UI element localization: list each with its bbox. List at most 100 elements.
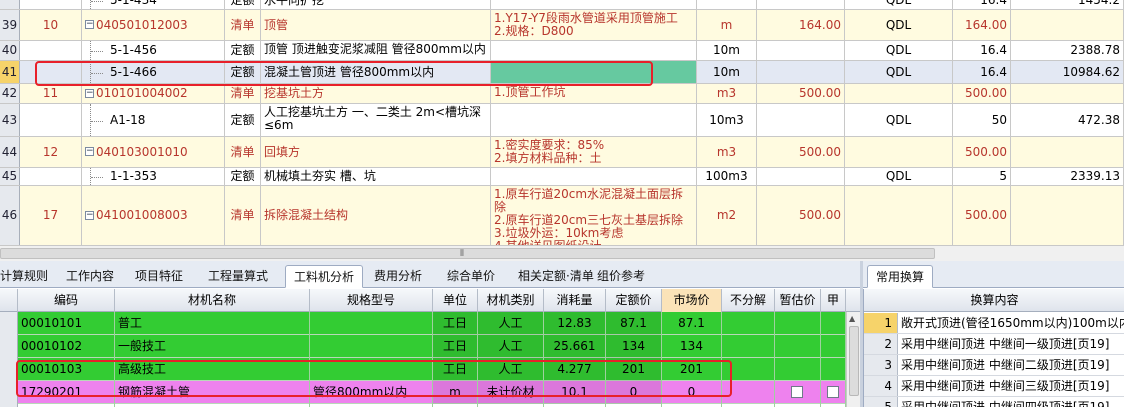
cell-feature[interactable] <box>491 104 697 136</box>
cell-market-price[interactable]: 87.1 <box>662 312 722 335</box>
cell-code[interactable]: 00010103 <box>18 358 115 381</box>
table-row[interactable]: 46 17 041001008003− 清单 拆除混凝土结构 1.原车行道20cm水泥混凝… <box>0 186 1124 245</box>
cell-code[interactable]: 5-1-434 <box>82 0 225 9</box>
cell-code[interactable]: 040103001010− <box>82 137 225 167</box>
tab-0[interactable]: 计算规则 <box>0 265 56 288</box>
cell-price-type[interactable] <box>845 137 953 167</box>
cell-code[interactable]: 00010101 <box>18 312 115 335</box>
cell-type[interactable]: 清单 <box>225 137 261 167</box>
cell-name[interactable]: 混凝土管顶进 管径800mm以内 <box>261 61 491 83</box>
cell-unit[interactable]: 10m <box>697 61 757 83</box>
cell-total[interactable]: 2339.13 <box>1011 168 1124 185</box>
cell-code[interactable]: 040501012003− <box>82 10 225 40</box>
cell-type[interactable]: 定额 <box>225 61 261 83</box>
cell-unit[interactable]: m <box>697 10 757 40</box>
cell-total[interactable]: 2388.78 <box>1011 41 1124 60</box>
cell-party-a[interactable] <box>821 312 846 335</box>
cell-qty[interactable]: 164.00 <box>953 10 1011 40</box>
cell-unit[interactable]: m3 <box>697 137 757 167</box>
cell-cat[interactable]: 人工 <box>478 312 544 335</box>
table-row[interactable]: 44 12 040103001010− 清单 回填方 1.密实度要求：85% 2.填方材料… <box>0 137 1124 168</box>
cell-cat[interactable]: 人工 <box>478 358 544 381</box>
cell-party-a[interactable] <box>821 335 846 358</box>
tab-4[interactable]: 工料机分析 <box>285 265 364 288</box>
tab-6[interactable]: 综合单价 <box>439 265 503 288</box>
cell-seq[interactable]: 12 <box>20 137 82 167</box>
cell-no-split[interactable] <box>722 312 775 335</box>
cell-cat[interactable]: 未计价材 <box>478 381 544 404</box>
column-header[interactable]: 暂估价 <box>775 289 821 312</box>
cell-quota-price[interactable]: 134 <box>606 335 662 358</box>
table-row[interactable]: 42 11 010101004002− 清单 挖基坑土方 1.顶管工作坑 m3 500.00 5… <box>0 84 1124 104</box>
scrollbar-thumb[interactable] <box>849 326 859 396</box>
cell-estimate[interactable] <box>775 335 821 358</box>
cell-amount[interactable] <box>757 41 845 60</box>
cell-consume[interactable]: 10.1 <box>544 381 606 404</box>
cell-type[interactable]: 定额 <box>225 104 261 136</box>
cell-qty[interactable]: 500.00 <box>953 84 1011 103</box>
cell-name[interactable]: 钢筋混凝土管 <box>115 381 310 404</box>
column-header[interactable]: 材机类别 <box>478 289 544 312</box>
cell-name[interactable]: 一般技工 <box>115 335 310 358</box>
column-header[interactable]: 不分解 <box>722 289 775 312</box>
cell-name[interactable]: 水平向扩挖 <box>261 0 491 9</box>
table-row[interactable]: 00010102 一般技工 工日 人工 25.661 134 134 <box>0 335 860 358</box>
cell-amount[interactable] <box>757 104 845 136</box>
cell-qty[interactable]: 16.4 <box>953 0 1011 9</box>
party-a-checkbox[interactable] <box>827 386 839 398</box>
cell-unit[interactable]: m2 <box>697 186 757 245</box>
cell-seq[interactable]: 10 <box>20 10 82 40</box>
cell-spec[interactable] <box>310 335 433 358</box>
table-row[interactable]: 39 10 040501012003− 清单 顶管 1.Y17-Y7段雨水管道采用顶管施工… <box>0 10 1124 41</box>
column-header[interactable]: 消耗量 <box>544 289 606 312</box>
cell-name[interactable]: 高级技工 <box>115 358 310 381</box>
column-header[interactable]: 定额价 <box>606 289 662 312</box>
cell-spec[interactable] <box>310 312 433 335</box>
cell-code[interactable]: 17290201 <box>18 381 115 404</box>
cell-unit[interactable]: 10m3 <box>697 104 757 136</box>
cell-feature[interactable] <box>491 41 697 60</box>
cell-price-type[interactable]: QDL <box>845 41 953 60</box>
cell-price-type[interactable]: QDL <box>845 61 953 83</box>
cell-cat[interactable]: 人工 <box>478 335 544 358</box>
cell-unit[interactable]: m <box>433 381 478 404</box>
cell-price-type[interactable] <box>845 186 953 245</box>
cell-qty[interactable]: 500.00 <box>953 137 1011 167</box>
cell-market-price[interactable]: 0 <box>662 381 722 404</box>
cell-consume[interactable]: 4.277 <box>544 358 606 381</box>
cell-seq[interactable] <box>20 61 82 83</box>
cell-name[interactable]: 人工挖基坑土方 一、二类土 2m<槽坑深≤6m <box>261 104 491 136</box>
cell-total[interactable] <box>1011 84 1124 103</box>
cell-total[interactable]: 472.38 <box>1011 104 1124 136</box>
cell-qty[interactable]: 500.00 <box>953 186 1011 245</box>
cell-seq[interactable]: 17 <box>20 186 82 245</box>
cell-quota-price[interactable]: 0 <box>606 381 662 404</box>
cell-estimate[interactable] <box>775 312 821 335</box>
cell-spec[interactable]: 管径800mm以内 <box>310 381 433 404</box>
table-row[interactable]: 41 5-1-466 定额 混凝土管顶进 管径800mm以内 10m QDL 16.4 109… <box>0 61 1124 84</box>
cell-total[interactable]: 10984.62 <box>1011 61 1124 83</box>
table-row[interactable]: 5-1-434 定额 水平向扩挖 QDL 16.4 1454.2 <box>0 0 1124 10</box>
tab-3[interactable]: 工程量算式 <box>200 265 276 288</box>
cell-party-a[interactable] <box>821 381 846 404</box>
cell-market-price[interactable]: 201 <box>662 358 722 381</box>
table-row[interactable]: 17290201 钢筋混凝土管 管径800mm以内 m 未计价材 10.1 0 0 <box>0 381 860 404</box>
cell-name[interactable]: 拆除混凝土结构 <box>261 186 491 245</box>
cell-seq[interactable] <box>20 0 82 9</box>
horizontal-scrollbar[interactable]: ⦀ <box>0 245 1124 261</box>
cell-feature[interactable] <box>491 61 697 83</box>
cell-consume[interactable]: 12.83 <box>544 312 606 335</box>
cell-code[interactable]: 5-1-456 <box>82 41 225 60</box>
cell-type[interactable]: 定额 <box>225 0 261 9</box>
scrollbar-thumb[interactable] <box>0 248 935 259</box>
cell-feature[interactable]: 1.密实度要求：85% 2.填方材料品种：土 <box>491 137 697 167</box>
cell-unit[interactable]: 工日 <box>433 312 478 335</box>
column-header[interactable]: 甲 <box>821 289 846 312</box>
cell-feature[interactable]: 1.Y17-Y7段雨水管道采用顶管施工 2.规格：D800 <box>491 10 697 40</box>
cell-code[interactable]: 041001008003− <box>82 186 225 245</box>
cell-amount[interactable]: 500.00 <box>757 84 845 103</box>
cell-spec[interactable] <box>310 358 433 381</box>
cell-quota-price[interactable]: 201 <box>606 358 662 381</box>
tab-common-conversion[interactable]: 常用换算 <box>867 265 934 288</box>
table-row[interactable]: 43 A1-18 定额 人工挖基坑土方 一、二类土 2m<槽坑深≤6m 10m3 QDL 5… <box>0 104 1124 137</box>
